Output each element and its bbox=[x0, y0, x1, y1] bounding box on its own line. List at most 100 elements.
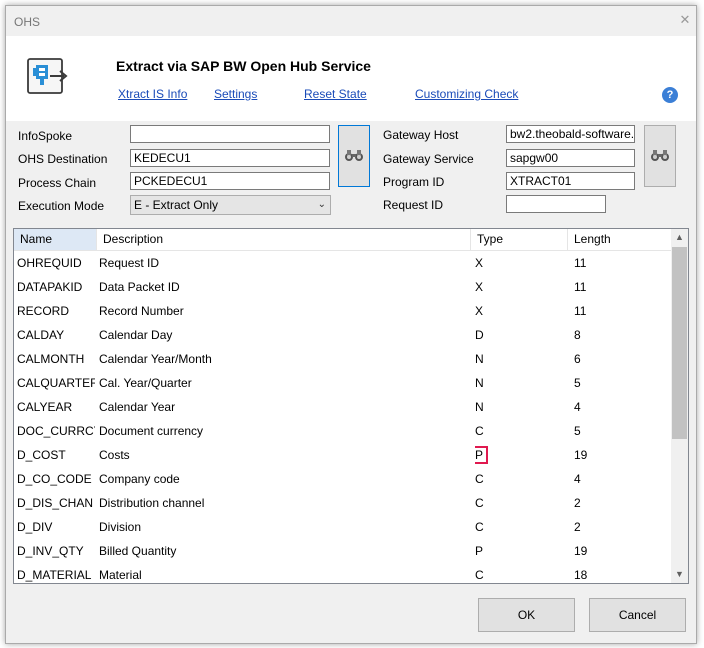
gateway-service-label: Gateway Service bbox=[383, 152, 474, 166]
scrollbar-thumb[interactable] bbox=[672, 247, 687, 439]
cell-length: 11 bbox=[574, 256, 587, 270]
cell-length: 4 bbox=[574, 472, 581, 486]
ok-button[interactable]: OK bbox=[478, 598, 575, 632]
scroll-up-icon[interactable]: ▲ bbox=[671, 229, 688, 246]
cell-description: Distribution channel bbox=[99, 496, 205, 510]
infospoke-label: InfoSpoke bbox=[18, 129, 73, 143]
xtract-is-info-link[interactable]: Xtract IS Info bbox=[118, 87, 187, 101]
cell-name: D_COST bbox=[17, 448, 66, 462]
process-chain-input[interactable]: PCKEDECU1 bbox=[130, 172, 330, 190]
cell-type: N bbox=[475, 376, 484, 390]
window-title: OHS bbox=[14, 15, 41, 29]
extract-logo-icon bbox=[26, 56, 70, 96]
cell-name: D_DIS_CHAN bbox=[17, 496, 94, 510]
table-row[interactable]: OHREQUID Request ID X 11 bbox=[14, 251, 672, 275]
cell-type: C bbox=[475, 520, 484, 534]
cell-type: X bbox=[475, 304, 484, 318]
table-body: OHREQUID Request ID X 11 DATAPAKID Data Packe… bbox=[14, 251, 672, 583]
table-row[interactable]: D_COST Costs P 19 bbox=[14, 443, 672, 467]
cell-description: Request ID bbox=[99, 256, 160, 270]
table-row[interactable]: RECORD Record Number X 11 bbox=[14, 299, 672, 323]
table-row[interactable]: D_DIV Division C 2 bbox=[14, 515, 672, 539]
column-header-name[interactable]: Name bbox=[14, 229, 97, 250]
cell-type: C bbox=[475, 472, 484, 486]
cell-description: Calendar Year bbox=[99, 400, 176, 414]
request-id-label: Request ID bbox=[383, 198, 444, 212]
cell-length: 19 bbox=[574, 544, 588, 558]
column-header-description[interactable]: Description bbox=[97, 229, 471, 250]
execution-mode-select[interactable]: E - Extract Only ⌄ bbox=[130, 195, 331, 215]
cell-length: 2 bbox=[574, 520, 581, 534]
program-id-label: Program ID bbox=[383, 175, 445, 189]
search-gateway-button[interactable] bbox=[644, 125, 676, 187]
cell-description: Material bbox=[99, 568, 142, 582]
table-row[interactable]: D_CO_CODE Company code C 4 bbox=[14, 467, 672, 491]
cell-type: C bbox=[475, 424, 484, 438]
cell-type: P bbox=[475, 443, 565, 467]
ohs-destination-label: OHS Destination bbox=[18, 152, 108, 166]
cell-length: 6 bbox=[574, 352, 581, 366]
program-id-input[interactable]: XTRACT01 bbox=[506, 172, 635, 190]
cancel-button[interactable]: Cancel bbox=[589, 598, 686, 632]
cell-name: DOC_CURRCY bbox=[17, 424, 95, 438]
table-row[interactable]: D_INV_QTY Billed Quantity P 19 bbox=[14, 539, 672, 563]
cell-name: DATAPAKID bbox=[17, 280, 83, 294]
header-panel: Extract via SAP BW Open Hub Service Xtra… bbox=[6, 36, 696, 121]
column-header-type[interactable]: Type bbox=[471, 229, 568, 250]
cell-name: CALQUARTER bbox=[17, 376, 95, 390]
execution-mode-value: E - Extract Only bbox=[134, 198, 219, 212]
cell-description: Calendar Day bbox=[99, 328, 173, 342]
table-row[interactable]: D_MATERIAL Material C 18 bbox=[14, 563, 672, 583]
cell-description: Document currency bbox=[99, 424, 204, 438]
highlighted-type-value: P bbox=[475, 446, 489, 464]
page-title: Extract via SAP BW Open Hub Service bbox=[116, 58, 371, 74]
cell-length: 11 bbox=[574, 304, 587, 318]
table-row[interactable]: CALDAY Calendar Day D 8 bbox=[14, 323, 672, 347]
vertical-scrollbar[interactable]: ▲ ▼ bbox=[671, 229, 688, 583]
help-icon[interactable]: ? bbox=[662, 87, 678, 103]
cell-description: Cal. Year/Quarter bbox=[99, 376, 192, 390]
cell-description: Company code bbox=[99, 472, 180, 486]
table-row[interactable]: CALQUARTER Cal. Year/Quarter N 5 bbox=[14, 371, 672, 395]
cell-length: 5 bbox=[574, 424, 581, 438]
cell-type: D bbox=[475, 328, 484, 342]
cell-type: P bbox=[475, 544, 484, 558]
table-row[interactable]: CALYEAR Calendar Year N 4 bbox=[14, 395, 672, 419]
cell-type: N bbox=[475, 352, 484, 366]
gateway-service-input[interactable]: sapgw00 bbox=[506, 149, 635, 167]
settings-link[interactable]: Settings bbox=[214, 87, 257, 101]
search-infospoke-button[interactable] bbox=[338, 125, 370, 187]
table-row[interactable]: DOC_CURRCY Document currency C 5 bbox=[14, 419, 672, 443]
ohs-destination-input[interactable]: KEDECU1 bbox=[130, 149, 330, 167]
table-header: Name Description Type Length bbox=[14, 229, 672, 251]
table-row[interactable]: CALMONTH Calendar Year/Month N 6 bbox=[14, 347, 672, 371]
reset-state-link[interactable]: Reset State bbox=[304, 87, 367, 101]
infospoke-input[interactable] bbox=[130, 125, 330, 143]
cell-type: C bbox=[475, 568, 484, 582]
table-row[interactable]: D_DIS_CHAN Distribution channel C 2 bbox=[14, 491, 672, 515]
cell-length: 4 bbox=[574, 400, 581, 414]
execution-mode-label: Execution Mode bbox=[18, 199, 105, 213]
customizing-check-link[interactable]: Customizing Check bbox=[415, 87, 518, 101]
cell-name: RECORD bbox=[17, 304, 70, 318]
cell-length: 8 bbox=[574, 328, 581, 342]
cell-type: X bbox=[475, 280, 484, 294]
cell-length: 2 bbox=[574, 496, 581, 510]
column-header-length[interactable]: Length bbox=[568, 229, 672, 250]
cell-length: 5 bbox=[574, 376, 581, 390]
chevron-down-icon: ⌄ bbox=[317, 199, 326, 210]
close-icon[interactable]: ✕ bbox=[678, 13, 692, 27]
cell-name: D_INV_QTY bbox=[17, 544, 84, 558]
cell-name: CALMONTH bbox=[17, 352, 85, 366]
cell-type: X bbox=[475, 256, 484, 270]
cell-description: Record Number bbox=[99, 304, 184, 318]
cell-type: C bbox=[475, 496, 484, 510]
gateway-host-input[interactable]: bw2.theobald-software.com bbox=[506, 125, 635, 143]
table-row[interactable]: DATAPAKID Data Packet ID X 11 bbox=[14, 275, 672, 299]
request-id-input[interactable] bbox=[506, 195, 606, 213]
scroll-down-icon[interactable]: ▼ bbox=[671, 566, 688, 583]
binoculars-icon bbox=[345, 150, 363, 161]
cell-name: D_CO_CODE bbox=[17, 472, 92, 486]
fields-table: Name Description Type Length OHREQUID Req… bbox=[13, 228, 689, 584]
gateway-host-label: Gateway Host bbox=[383, 128, 459, 142]
